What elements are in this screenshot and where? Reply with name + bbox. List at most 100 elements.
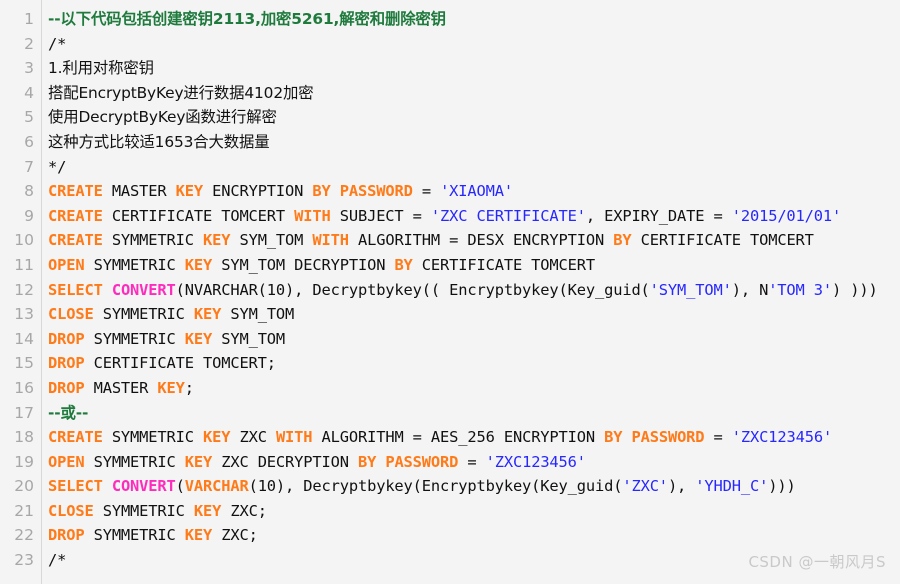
code-line-content[interactable]: 1.利用对称密钥 bbox=[34, 56, 900, 81]
code-token-plain: SYM_TOM bbox=[230, 231, 313, 250]
code-line[interactable]: 17 --或-- bbox=[0, 401, 900, 426]
code-token-plain: CERTIFICATE TOMCERT bbox=[102, 206, 295, 225]
code-line[interactable]: 3 1.利用对称密钥 bbox=[0, 56, 900, 81]
code-line-content[interactable]: 使用DecryptByKey函数进行解密 bbox=[34, 105, 900, 130]
code-token-plain: SYM_TOM bbox=[212, 329, 286, 348]
code-line-content[interactable]: DROP MASTER KEY; bbox=[34, 376, 900, 401]
line-number: 22 bbox=[14, 526, 34, 545]
code-token-plain: MASTER bbox=[84, 378, 158, 397]
line-number: 14 bbox=[14, 329, 34, 348]
code-token-plain: SUBJECT = bbox=[330, 206, 431, 225]
code-token-plain: ))) bbox=[768, 477, 796, 496]
code-token-str: 'ZXC' bbox=[622, 477, 668, 496]
code-token-kw: DROP bbox=[48, 329, 85, 348]
code-line[interactable]: 22 DROP SYMMETRIC KEY ZXC; bbox=[0, 523, 900, 548]
line-number: 10 bbox=[14, 231, 34, 250]
code-line[interactable]: 18 CREATE SYMMETRIC KEY ZXC WITH ALGORITH… bbox=[0, 425, 900, 450]
code-line[interactable]: 13 CLOSE SYMMETRIC KEY SYM_TOM bbox=[0, 302, 900, 327]
code-token-kw: CLOSE bbox=[48, 305, 94, 324]
code-token-kw: BY bbox=[357, 452, 377, 471]
code-token-plain: SYMMETRIC bbox=[84, 526, 185, 545]
code-line-list: 1 --以下代码包括创建密钥2113,加密5261,解密和删除密钥 2 /* 3 1.利用… bbox=[0, 0, 900, 573]
code-line[interactable]: 16 DROP MASTER KEY; bbox=[0, 376, 900, 401]
code-token-kw: CREATE bbox=[48, 231, 103, 250]
code-line-content[interactable]: */ bbox=[34, 155, 900, 180]
code-token-kw: DROP bbox=[48, 354, 85, 373]
code-line-content[interactable]: DROP SYMMETRIC KEY ZXC; bbox=[34, 523, 900, 548]
line-number: 16 bbox=[14, 378, 34, 397]
code-token-kw: KEY bbox=[184, 452, 213, 471]
code-editor[interactable]: 1 --以下代码包括创建密钥2113,加密5261,解密和删除密钥 2 /* 3 1.利用… bbox=[0, 0, 900, 584]
line-number: 20 bbox=[14, 477, 34, 496]
code-token-plain: ZXC; bbox=[212, 526, 258, 545]
code-token-kw: BY bbox=[613, 231, 632, 250]
code-line-content[interactable]: OPEN SYMMETRIC KEY SYM_TOM DECRYPTION BY… bbox=[34, 253, 900, 278]
code-line[interactable]: 12 SELECT CONVERT(NVARCHAR(10), Decryptby… bbox=[0, 278, 900, 303]
code-line-content[interactable]: CLOSE SYMMETRIC KEY ZXC; bbox=[34, 499, 900, 524]
line-number: 6 bbox=[24, 132, 34, 151]
line-number: 18 bbox=[14, 428, 34, 447]
line-number: 23 bbox=[14, 551, 34, 570]
code-token-kw: WITH bbox=[275, 428, 313, 447]
code-token-str: 'SYM_TOM' bbox=[649, 280, 732, 299]
code-token-plain: = bbox=[412, 182, 441, 201]
code-line[interactable]: 8 CREATE MASTER KEY ENCRYPTION BY PASSWOR… bbox=[0, 179, 900, 204]
code-token-plain: */ bbox=[48, 157, 67, 176]
code-line-content[interactable]: 搭配EncryptByKey进行数据4102加密 bbox=[34, 81, 900, 106]
line-number: 8 bbox=[24, 182, 34, 201]
code-line[interactable]: 2 /* bbox=[0, 32, 900, 57]
code-line-content[interactable]: OPEN SYMMETRIC KEY ZXC DECRYPTION BY PAS… bbox=[34, 450, 900, 475]
code-line-content[interactable]: CREATE MASTER KEY ENCRYPTION BY PASSWORD… bbox=[34, 179, 900, 204]
code-line-content[interactable]: CREATE SYMMETRIC KEY SYM_TOM WITH ALGORI… bbox=[34, 228, 900, 253]
code-token-kw: VARCHAR bbox=[184, 477, 249, 496]
line-number: 4 bbox=[24, 83, 34, 102]
code-line[interactable]: 9 CREATE CERTIFICATE TOMCERT WITH SUBJECT… bbox=[0, 204, 900, 229]
code-token-plain: (10), Decryptbykey(Encryptbykey(Key_guid… bbox=[248, 477, 623, 496]
code-line-content[interactable]: CLOSE SYMMETRIC KEY SYM_TOM bbox=[34, 302, 900, 327]
code-token-kw: SELECT bbox=[48, 280, 103, 299]
code-line-content[interactable]: /* bbox=[34, 32, 900, 57]
code-line-content[interactable]: CREATE SYMMETRIC KEY ZXC WITH ALGORITHM … bbox=[34, 425, 900, 450]
code-line[interactable]: 5 使用DecryptByKey函数进行解密 bbox=[0, 105, 900, 130]
code-line[interactable]: 19 OPEN SYMMETRIC KEY ZXC DECRYPTION BY P… bbox=[0, 450, 900, 475]
code-line-content[interactable]: DROP CERTIFICATE TOMCERT; bbox=[34, 351, 900, 376]
line-number: 12 bbox=[14, 280, 34, 299]
code-line[interactable]: 15 DROP CERTIFICATE TOMCERT; bbox=[0, 351, 900, 376]
code-token-plain: SYM_TOM DECRYPTION bbox=[212, 255, 395, 274]
code-line-content[interactable]: SELECT CONVERT(VARCHAR(10), Decryptbykey… bbox=[34, 474, 900, 499]
code-token-kw: BY bbox=[312, 182, 331, 201]
code-token-plain: ( bbox=[175, 477, 185, 496]
line-number: 17 bbox=[14, 403, 34, 422]
code-line-content[interactable]: DROP SYMMETRIC KEY SYM_TOM bbox=[34, 327, 900, 352]
line-number: 7 bbox=[24, 157, 34, 176]
code-token-plain: ZXC bbox=[230, 428, 276, 447]
code-line[interactable]: 21 CLOSE SYMMETRIC KEY ZXC; bbox=[0, 499, 900, 524]
code-token-kw: OPEN bbox=[48, 452, 85, 471]
code-token-plain: ZXC; bbox=[221, 501, 267, 520]
code-line[interactable]: 7 */ bbox=[0, 155, 900, 180]
line-number: 15 bbox=[14, 354, 34, 373]
code-token-kw: KEY bbox=[193, 501, 222, 520]
line-number: 1 bbox=[24, 10, 34, 28]
code-token-kw: KEY bbox=[184, 526, 213, 545]
line-number: 19 bbox=[14, 452, 34, 471]
code-line[interactable]: 20 SELECT CONVERT(VARCHAR(10), Decryptbyk… bbox=[0, 474, 900, 499]
code-token-plain: SYMMETRIC bbox=[84, 452, 185, 471]
code-line-content[interactable]: --以下代码包括创建密钥2113,加密5261,解密和删除密钥 bbox=[34, 7, 900, 32]
code-token-plain: SYMMETRIC bbox=[102, 428, 203, 447]
code-line-content[interactable]: CREATE CERTIFICATE TOMCERT WITH SUBJECT … bbox=[34, 204, 900, 229]
code-line[interactable]: 11 OPEN SYMMETRIC KEY SYM_TOM DECRYPTION … bbox=[0, 253, 900, 278]
code-line-content[interactable]: --或-- bbox=[34, 401, 900, 426]
code-line[interactable]: 10 CREATE SYMMETRIC KEY SYM_TOM WITH ALGO… bbox=[0, 228, 900, 253]
code-line-content[interactable]: SELECT CONVERT(NVARCHAR(10), Decryptbyke… bbox=[34, 278, 900, 303]
code-token-kw: KEY bbox=[184, 255, 213, 274]
code-line[interactable]: 4 搭配EncryptByKey进行数据4102加密 bbox=[0, 81, 900, 106]
line-number: 2 bbox=[24, 34, 34, 53]
code-line-content[interactable]: 这种方式比较适1653合大数据量 bbox=[34, 130, 900, 155]
code-token-fn: CONVERT bbox=[111, 477, 176, 496]
code-line[interactable]: 14 DROP SYMMETRIC KEY SYM_TOM bbox=[0, 327, 900, 352]
code-line[interactable]: 6 这种方式比较适1653合大数据量 bbox=[0, 130, 900, 155]
code-token-kw: PASSWORD bbox=[385, 452, 459, 471]
code-line[interactable]: 1 --以下代码包括创建密钥2113,加密5261,解密和删除密钥 bbox=[0, 7, 900, 32]
